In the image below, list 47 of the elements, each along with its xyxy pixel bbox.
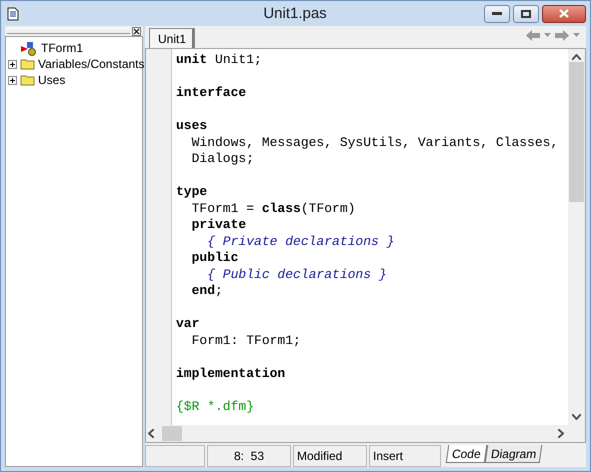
scroll-left-icon[interactable] <box>148 429 154 438</box>
expand-icon[interactable] <box>8 60 17 68</box>
scroll-thumb[interactable] <box>162 426 182 441</box>
tree-item[interactable]: Variables/Constants <box>38 57 144 71</box>
minimize-button[interactable] <box>484 4 510 22</box>
expand-icon[interactable] <box>8 76 17 84</box>
code-line: uses <box>176 117 208 134</box>
code-line: TForm1 = class(TForm) <box>190 200 356 217</box>
code-line: unit Unit1; <box>176 52 262 68</box>
code-line: Windows, Messages, SysUtils, Variants, Classes, <box>190 134 558 151</box>
scroll-thumb[interactable] <box>569 62 584 202</box>
code-line: type <box>176 183 208 200</box>
code-line: private <box>190 217 246 234</box>
document-icon <box>7 6 19 20</box>
scroll-up-icon[interactable] <box>572 54 581 60</box>
view-tab[interactable]: Diagram <box>484 445 542 463</box>
code-line: { Private declarations } <box>206 234 394 250</box>
folder-icon <box>20 58 35 70</box>
maximize-icon <box>521 10 531 18</box>
form-icon <box>20 40 38 56</box>
tree-item[interactable]: Uses <box>38 73 66 87</box>
close-button[interactable] <box>542 4 586 22</box>
insert-mode: Insert <box>369 445 441 467</box>
status-panel <box>145 445 205 467</box>
view-tab[interactable]: Code <box>446 445 487 463</box>
cursor-position: 8: 53 <box>207 445 291 467</box>
maximize-button[interactable] <box>513 4 539 22</box>
code-line: Form1: TForm1; <box>190 332 301 349</box>
scroll-down-icon[interactable] <box>572 414 581 420</box>
code-line: var <box>176 315 200 332</box>
modified-status: Modified <box>293 445 367 467</box>
code-line: end; <box>190 283 223 300</box>
code-line: {$R *.dfm} <box>176 398 254 415</box>
window-title: Unit1.pas <box>262 5 328 22</box>
code-line: { Public declarations } <box>206 266 387 283</box>
code-line: Dialogs; <box>190 151 254 168</box>
code-line: interface <box>176 84 246 102</box>
close-icon[interactable] <box>132 26 141 36</box>
tree-item[interactable]: TForm1 <box>41 41 83 55</box>
editor-tab[interactable]: Unit1 <box>149 28 196 48</box>
code-line: public <box>190 250 238 266</box>
scroll-right-icon[interactable] <box>558 429 564 438</box>
minimize-icon <box>492 12 502 16</box>
code-editor[interactable] <box>172 49 568 425</box>
code-line: implementation <box>176 364 286 382</box>
folder-icon <box>20 74 35 86</box>
close-icon <box>559 9 569 18</box>
